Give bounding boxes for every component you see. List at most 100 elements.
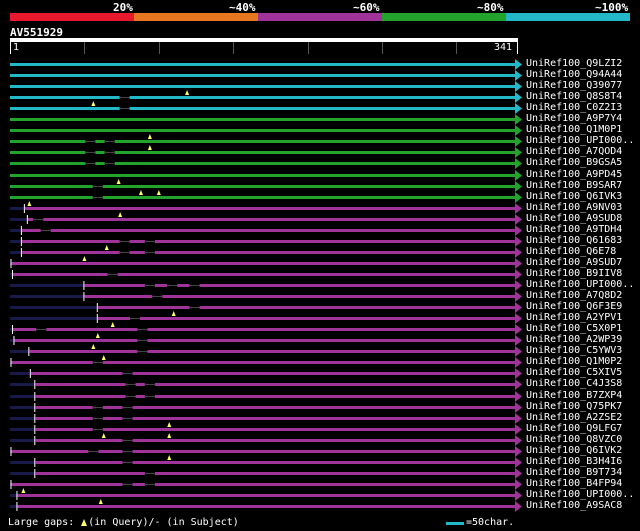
hit-label[interactable]: UniRef100_A2ZSE2 — [526, 412, 622, 423]
hit-start-tick — [34, 425, 36, 434]
hit-label[interactable]: UniRef100_A9SUD7 — [526, 257, 622, 268]
hit-label[interactable]: UniRef100_A9PD45 — [526, 169, 622, 180]
hit-label[interactable]: UniRef100_B9SAR7 — [526, 180, 622, 191]
hit-label[interactable]: UniRef100_B9IIV8 — [526, 268, 622, 279]
hit-label[interactable]: UniRef100_A9TDH4 — [526, 224, 622, 235]
hit-arrowhead — [515, 391, 522, 402]
hit-arrowhead — [515, 379, 522, 390]
unaligned-region — [10, 428, 36, 431]
hit-label[interactable]: UniRef100_C0Z2I3 — [526, 102, 622, 113]
hit-label[interactable]: UniRef100_A9SAC8 — [526, 500, 622, 511]
subject-gap-line — [137, 340, 148, 341]
hit-arrowhead — [515, 446, 522, 457]
hit-arrowhead — [515, 302, 522, 313]
subject-gap-line — [144, 285, 155, 286]
unaligned-region — [10, 472, 36, 475]
query-gap-marker — [147, 134, 152, 139]
hit-label[interactable]: UniRef100_A2YPV1 — [526, 312, 622, 323]
query-gap-marker — [101, 355, 106, 360]
hit-arrowhead — [515, 114, 522, 125]
hit-arrowhead — [515, 468, 522, 479]
hit-label[interactable]: UniRef100_Q75PK7 — [526, 401, 622, 412]
subject-gap-line — [104, 163, 115, 164]
hit-arrowhead — [515, 158, 522, 169]
hit-label[interactable]: UniRef100_Q94A44 — [526, 69, 622, 80]
subject-gap-line — [189, 307, 200, 308]
hit-label[interactable]: UniRef100_Q6IVK3 — [526, 191, 622, 202]
hit-start-tick — [16, 491, 18, 500]
unaligned-region — [10, 439, 36, 442]
hit-label[interactable]: UniRef100_Q39077 — [526, 80, 622, 91]
hit-arrowhead — [515, 368, 522, 379]
hit-bar — [10, 85, 516, 88]
hit-label[interactable]: UniRef100_Q6E78 — [526, 246, 616, 257]
hit-label[interactable]: UniRef100_C5X0P1 — [526, 323, 622, 334]
hit-bar — [10, 196, 516, 199]
unaligned-region — [10, 317, 98, 320]
hit-label[interactable]: UniRef100_B3H4I6 — [526, 456, 622, 467]
hit-label[interactable]: UniRef100_Q9LFG7 — [526, 423, 622, 434]
subject-gap-line — [122, 462, 133, 463]
hit-label[interactable]: UniRef100_A9P7Y4 — [526, 113, 622, 124]
hit-label[interactable]: UniRef100_A7Q8D2 — [526, 290, 622, 301]
subject-gap-line — [36, 329, 47, 330]
hit-start-tick — [11, 325, 13, 334]
hit-label[interactable]: UniRef100_UPI000.. — [526, 279, 634, 290]
subject-gap-line — [122, 440, 133, 441]
hit-bar — [21, 251, 516, 254]
hit-bar — [10, 96, 516, 99]
hit-label[interactable]: UniRef100_Q1M0P1 — [526, 124, 622, 135]
hit-label[interactable]: UniRef100_Q6IVK2 — [526, 445, 622, 456]
hit-start-tick — [13, 336, 15, 345]
hit-label[interactable]: UniRef100_Q8VZC0 — [526, 434, 622, 445]
hit-arrowhead — [515, 280, 522, 291]
hit-start-tick — [34, 392, 36, 401]
hit-label[interactable]: UniRef100_B9T734 — [526, 467, 622, 478]
hit-bar — [35, 417, 517, 420]
query-gap-marker — [118, 212, 123, 217]
subject-gap-line — [122, 407, 133, 408]
hit-label[interactable]: UniRef100_A2WP39 — [526, 334, 622, 345]
unaligned-region — [10, 417, 36, 420]
hit-bar — [10, 63, 516, 66]
hit-label[interactable]: UniRef100_A7QOD4 — [526, 146, 622, 157]
subject-gap-line — [107, 274, 118, 275]
hit-label[interactable]: UniRef100_C4J3S8 — [526, 378, 622, 389]
query-gap-marker — [185, 90, 190, 95]
hit-label[interactable]: UniRef100_UPI000.. — [526, 135, 634, 146]
hit-bar — [35, 472, 517, 475]
hit-label[interactable]: UniRef100_B4FP94 — [526, 478, 622, 489]
hit-arrowhead — [515, 435, 522, 446]
hit-start-tick — [11, 270, 13, 279]
hit-label[interactable]: UniRef100_UPI000.. — [526, 489, 634, 500]
hit-bar — [17, 494, 517, 497]
hit-label[interactable]: UniRef100_Q8S8T4 — [526, 91, 622, 102]
hit-label[interactable]: UniRef100_B7ZXP4 — [526, 390, 622, 401]
hit-arrowhead — [515, 192, 522, 203]
hit-label[interactable]: UniRef100_C5XIV5 — [526, 367, 622, 378]
query-gap-marker — [91, 101, 96, 106]
subject-gap-line — [189, 285, 200, 286]
hit-arrowhead — [515, 413, 522, 424]
hit-bar — [30, 372, 516, 375]
scale-swatch — [446, 522, 464, 525]
hit-bar — [11, 483, 517, 486]
unaligned-region — [10, 251, 22, 254]
hit-bar — [11, 262, 517, 265]
hit-bar — [27, 218, 516, 221]
hit-label[interactable]: UniRef100_A9SUD8 — [526, 213, 622, 224]
hit-label[interactable]: UniRef100_Q1M0P2 — [526, 356, 622, 367]
hit-label[interactable]: UniRef100_C5YWV3 — [526, 345, 622, 356]
hit-label[interactable]: UniRef100_A9NV03 — [526, 202, 622, 213]
hit-start-tick — [10, 358, 12, 367]
hit-label[interactable]: UniRef100_Q9LZI2 — [526, 58, 622, 69]
hit-bar — [10, 129, 516, 132]
hit-arrowhead — [515, 357, 522, 368]
hit-label[interactable]: UniRef100_B9GSA5 — [526, 157, 622, 168]
hit-bar — [97, 317, 517, 320]
hit-label[interactable]: UniRef100_Q6F3E9 — [526, 301, 622, 312]
hit-label[interactable]: UniRef100_Q61683 — [526, 235, 622, 246]
subject-gap-line — [88, 451, 99, 452]
query-gap-marker — [147, 145, 152, 150]
hit-bar — [21, 240, 516, 243]
